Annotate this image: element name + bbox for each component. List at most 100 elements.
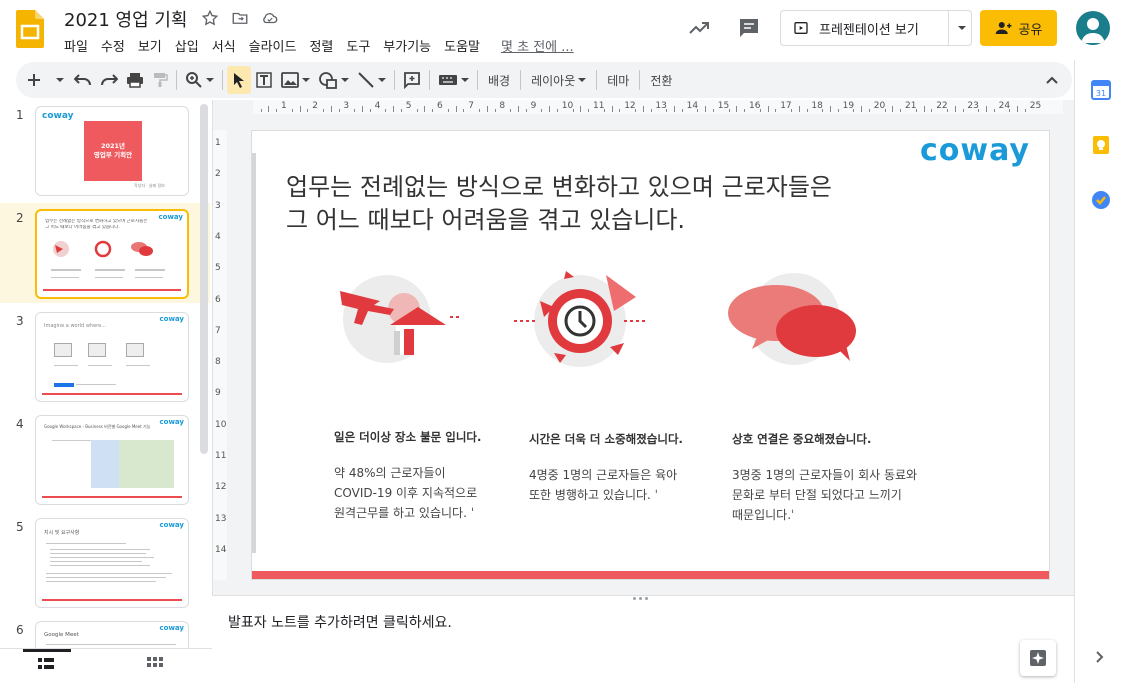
background-button[interactable]: 배경 (482, 66, 516, 94)
ruler-tick (822, 109, 824, 112)
present-dropdown[interactable] (949, 11, 971, 45)
ruler-tick (307, 109, 309, 112)
print-button[interactable] (122, 66, 148, 94)
redo-button[interactable] (96, 66, 122, 94)
keep-icon[interactable] (1091, 135, 1111, 155)
move-folder-icon[interactable] (230, 8, 250, 28)
ruler-tick (455, 106, 457, 112)
ruler-label: 3 (215, 200, 221, 211)
star-icon[interactable] (200, 8, 220, 28)
horizontal-ruler[interactable]: 1 2 3 4 5 6 7 8 9 10 11 12 13 14 15 16 17 18 19 20 21 22 23 24 2… (253, 100, 1063, 114)
cloud-status-icon[interactable] (260, 8, 280, 28)
paint-format-button[interactable] (148, 66, 172, 94)
slide-canvas[interactable]: coway 업무는 전례없는 방식으로 변화하고 있으며 근로자들은 그 어느 … (252, 131, 1049, 579)
new-slide-button[interactable] (22, 66, 46, 94)
collapse-toolbar-button[interactable] (1040, 66, 1064, 94)
tasks-icon[interactable] (1091, 190, 1111, 210)
menu-arrange[interactable]: 정렬 (309, 36, 340, 55)
filmstrip-slide-3[interactable]: 3 coway Imagine a world where... (0, 306, 210, 406)
image-tool[interactable] (277, 66, 314, 94)
present-button[interactable]: 프레젠테이션 보기 (781, 11, 949, 45)
slide-thumbnail[interactable]: coway Imagine a world where... (35, 312, 189, 402)
thumb-line (95, 269, 125, 271)
chevron-right-icon[interactable] (1095, 650, 1105, 664)
coway-logo[interactable]: coway (920, 133, 1030, 168)
input-tools-button[interactable] (434, 66, 473, 94)
chevron-up-icon (1046, 76, 1058, 84)
calendar-icon[interactable]: 31 (1091, 80, 1111, 100)
thumb-line (95, 277, 123, 278)
filmstrip-slide-1[interactable]: 1 coway 2021년 영업부 기획안 작성자 · 날짜 정보 (0, 100, 210, 200)
document-title[interactable]: 2021 영업 기획 (64, 6, 188, 32)
toolbar-divider (520, 70, 522, 90)
menu-insert[interactable]: 삽입 (175, 36, 206, 55)
filmstrip-scrollbar[interactable] (200, 104, 208, 454)
menu-addons[interactable]: 부가기능 (383, 36, 438, 55)
theme-button[interactable]: 테마 (601, 66, 635, 94)
vertical-ruler[interactable]: 1 2 3 4 5 6 7 8 9 10 11 12 13 14 (213, 130, 227, 580)
slide-thumbnail[interactable]: coway 업무는 전례없는 방식으로 변화하고 있으며 근로자들은 그 어느 … (35, 209, 189, 299)
menu-slide[interactable]: 슬라이드 (249, 36, 304, 55)
slide-thumbnail[interactable]: coway 2021년 영업부 기획안 작성자 · 날짜 정보 (35, 106, 189, 196)
select-tool[interactable] (227, 66, 251, 94)
thumb-title-box: 2021년 영업부 기획안 (84, 121, 142, 181)
slides-logo-icon[interactable] (16, 10, 44, 48)
filmstrip-view-icon[interactable] (38, 657, 54, 671)
ruler-tick (291, 109, 293, 112)
explore-button[interactable] (1020, 640, 1056, 676)
last-edit-link[interactable]: 몇 초 전에 ... (501, 36, 581, 55)
slide-thumbnail[interactable]: coway Google Meet (35, 621, 189, 650)
caption-body-line: 4명중 1명의 근로자들은 육아 (529, 468, 678, 482)
caption-body-line: 약 48%의 근로자들이 (334, 466, 446, 480)
line-tool[interactable] (353, 66, 390, 94)
ruler-tick (362, 106, 363, 112)
ruler-label: 10 (561, 101, 574, 111)
chevron-down-icon (55, 78, 64, 82)
menu-edit[interactable]: 수정 (101, 36, 132, 55)
shape-tool[interactable] (314, 66, 353, 94)
activity-trend-icon[interactable] (687, 16, 711, 40)
filmstrip-slide-2[interactable]: 2 coway 업무는 전례없는 방식으로 변화하고 있으며 근로자들은 그 어… (0, 203, 210, 303)
caption-heading: 상호 연결은 중요해졌습니다. (732, 432, 872, 446)
slide-thumbnail[interactable]: coway 지시 및 요구사항 (35, 518, 189, 608)
ruler-tick (681, 109, 683, 112)
notes-drag-handle[interactable] (633, 597, 657, 603)
text-box-tool[interactable] (251, 66, 277, 94)
slide-number: 5 (16, 520, 24, 534)
share-person-icon (995, 22, 1012, 34)
undo-button[interactable] (70, 66, 96, 94)
ruler-tick (479, 109, 480, 112)
avatar[interactable] (1076, 11, 1110, 45)
menu-view[interactable]: 보기 (138, 36, 169, 55)
slide-title[interactable]: 업무는 전례없는 방식으로 변화하고 있으며 근로자들은 그 어느 때보다 어려… (286, 171, 936, 237)
airplane-house-illustration[interactable] (332, 271, 472, 371)
transition-button[interactable]: 전환 (644, 66, 678, 94)
add-comment-button[interactable] (399, 66, 425, 94)
comment-icon[interactable] (737, 16, 761, 40)
menu-format[interactable]: 서식 (212, 36, 243, 55)
menu-tools[interactable]: 도구 (346, 36, 377, 55)
filmstrip-slide-5[interactable]: 5 coway 지시 및 요구사항 (0, 512, 210, 612)
filmstrip-slide-6[interactable]: 6 coway Google Meet (0, 615, 210, 650)
ruler-label: 8 (215, 357, 221, 368)
ruler-tick (323, 109, 324, 112)
chat-bubbles-illustration[interactable] (724, 271, 864, 371)
clock-illustration[interactable] (510, 271, 650, 371)
zoom-button[interactable] (181, 66, 218, 94)
layout-button[interactable]: 레이아웃 (525, 66, 592, 94)
caption-column-1[interactable]: 일은 더이상 장소 불문 입니다. 약 48%의 근로자들이 COVID-19 … (334, 427, 534, 523)
share-button[interactable]: 공유 (980, 10, 1057, 46)
caption-column-3[interactable]: 상호 연결은 중요해졌습니다. 3명중 1명의 근로자들이 회사 동료와 문화로… (732, 429, 942, 525)
ruler-label: 21 (905, 101, 917, 111)
layout-label: 레이아웃 (531, 73, 576, 88)
share-label: 공유 (1018, 22, 1043, 38)
filmstrip-slide-4[interactable]: 4 coway Google Workspace - Business 버전별 … (0, 409, 210, 509)
slide-title-line: 그 어느 때보다 어려움을 겪고 있습니다. (286, 206, 686, 234)
grid-view-icon[interactable] (147, 657, 163, 671)
speaker-notes[interactable]: 발표자 노트를 추가하려면 클릭하세요. (228, 612, 452, 632)
slide-thumbnail[interactable]: coway Google Workspace - Business 버전별 Go… (35, 415, 189, 505)
menu-file[interactable]: 파일 (64, 36, 95, 55)
caption-column-2[interactable]: 시간은 더욱 더 소중해졌습니다. 4명중 1명의 근로자들은 육아 또한 병행… (529, 429, 729, 505)
menu-help[interactable]: 도움말 (444, 36, 487, 55)
new-slide-dropdown[interactable] (46, 66, 70, 94)
